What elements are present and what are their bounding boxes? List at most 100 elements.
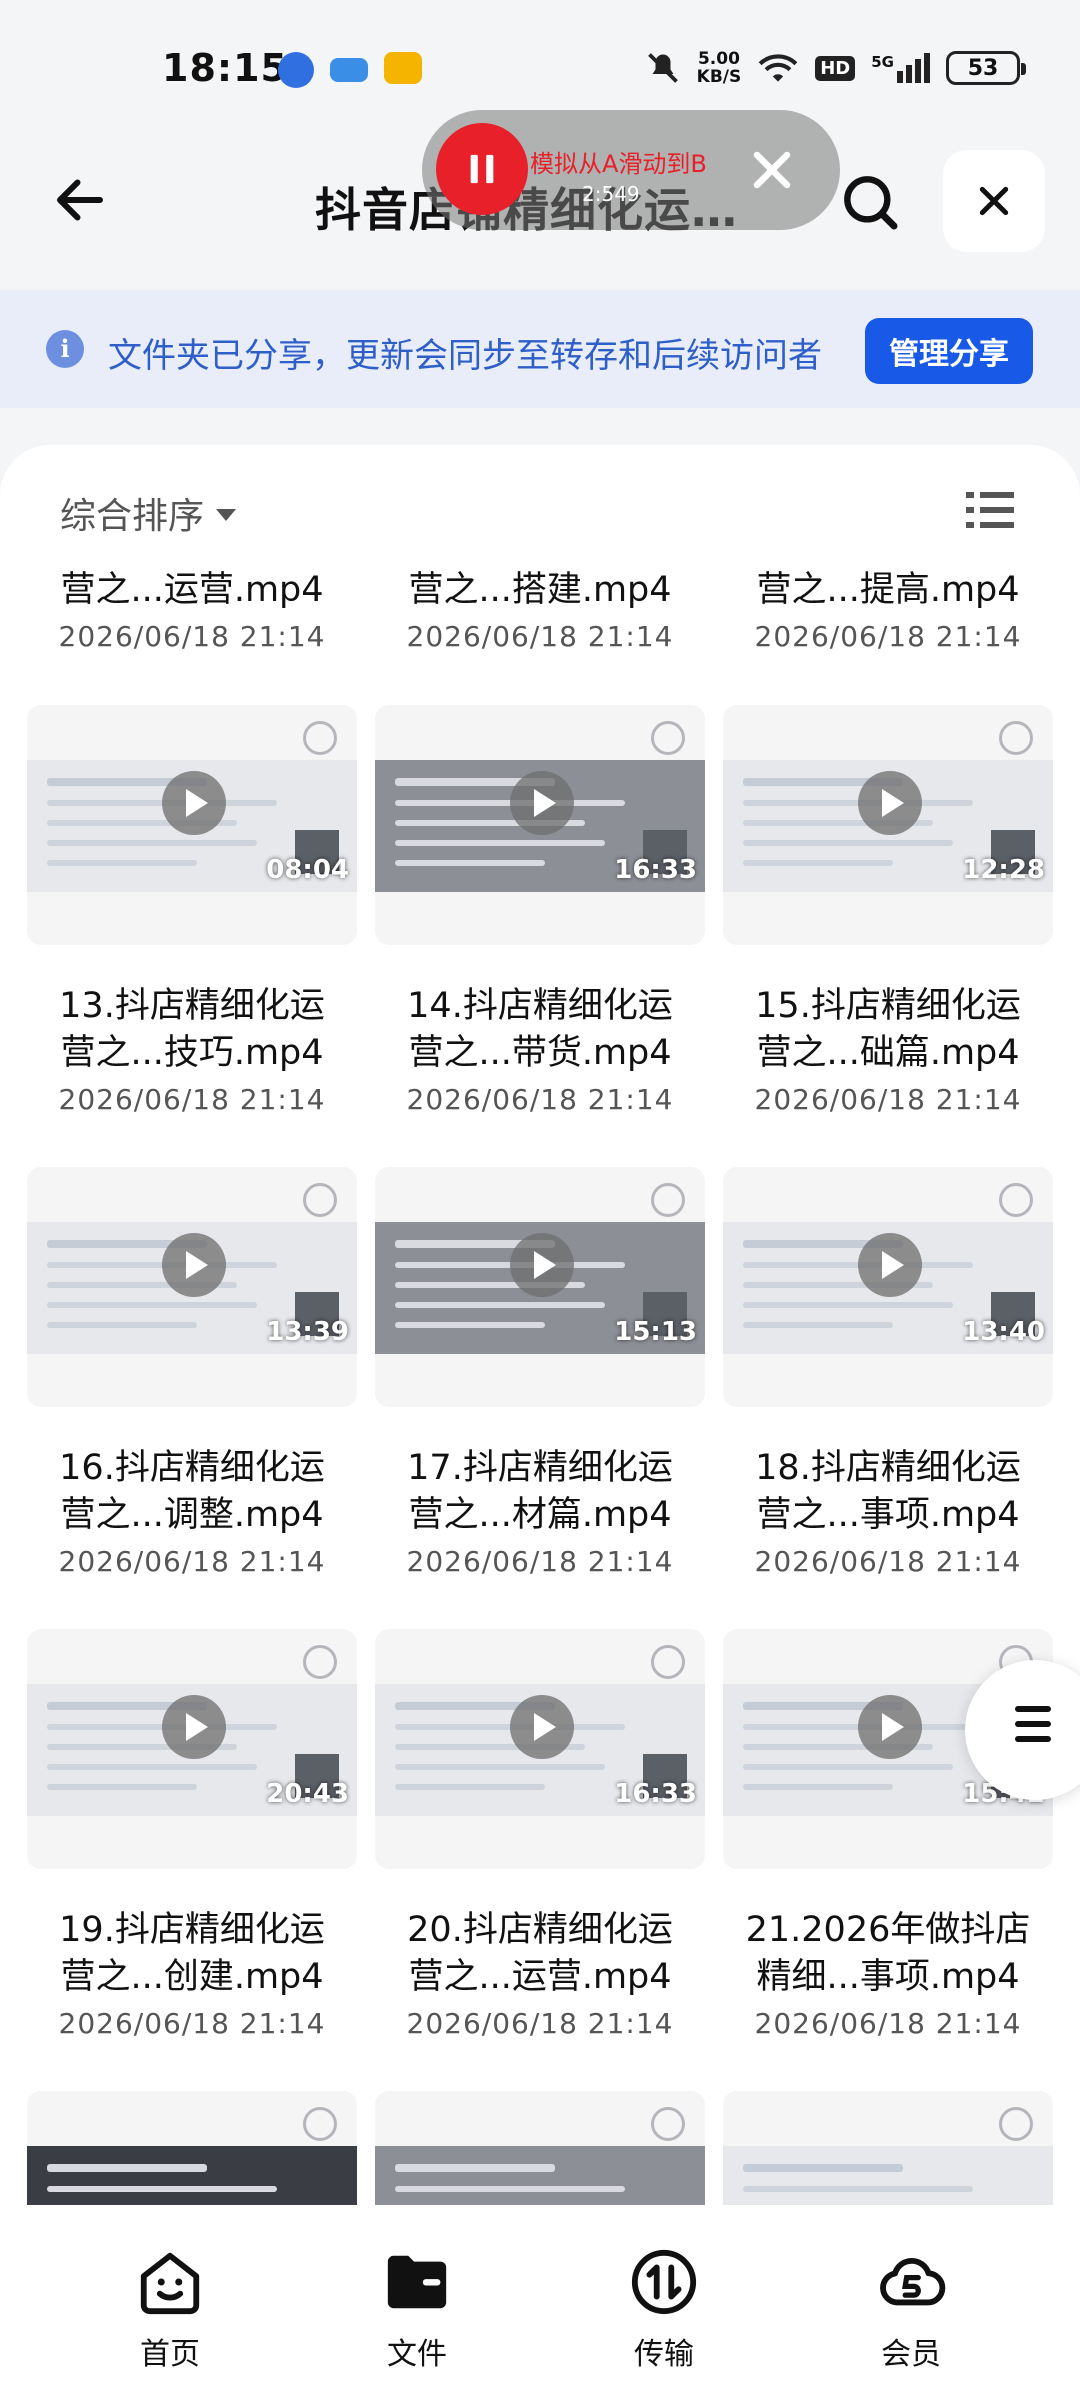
play-icon: [510, 1695, 574, 1759]
file-item[interactable]: 19.抖店精细化运 营之...创建.mp4 2026/06/18 21:14: [26, 1907, 358, 2040]
file-item[interactable]: 营之...提高.mp4 2026/06/18 21:14: [722, 567, 1054, 653]
recorder-close-icon[interactable]: [742, 140, 802, 200]
file-name-line2: 营之...础篇.mp4: [756, 1033, 1020, 1073]
file-item[interactable]: 14.抖店精细化运 营之...带货.mp4 2026/06/18 21:14: [374, 983, 706, 1116]
menu-icon: [1015, 1706, 1051, 1751]
file-name-line1: 19.抖店精细化运: [59, 1910, 325, 1950]
select-checkbox[interactable]: [651, 1645, 685, 1679]
signal-icon: 5G: [871, 53, 930, 83]
select-checkbox[interactable]: [651, 721, 685, 755]
video-thumbnail[interactable]: 13:39: [27, 1167, 357, 1407]
select-checkbox[interactable]: [999, 2107, 1033, 2141]
file-name-line1: 13.抖店精细化运: [59, 986, 325, 1026]
video-thumbnail[interactable]: [375, 2091, 705, 2205]
net-speed: 5.00 KB/S: [697, 50, 742, 86]
status-bar: 18:15 5.00 KB/S HD 5G 53: [0, 0, 1080, 120]
recorder-timer: 2:549: [582, 182, 640, 206]
file-name-line2: 营之...运营.mp4: [408, 1957, 672, 1997]
manage-share-button[interactable]: 管理分享: [865, 318, 1033, 384]
file-name-line2: 精细...事项.mp4: [756, 1957, 1020, 1997]
hd-badge: HD: [815, 55, 856, 81]
search-icon[interactable]: [838, 170, 902, 234]
file-item[interactable]: 17.抖店精细化运 营之...材篇.mp4 2026/06/18 21:14: [374, 1445, 706, 1578]
video-thumbnail[interactable]: [723, 2091, 1053, 2205]
file-item[interactable]: 20.抖店精细化运 营之...运营.mp4 2026/06/18 21:14: [374, 1907, 706, 2040]
share-banner: i 文件夹已分享，更新会同步至转存和后续访问者 管理分享: [0, 290, 1080, 408]
signal-label: 5G: [871, 53, 894, 71]
file-name-line2: 营之...材篇.mp4: [408, 1495, 672, 1535]
chevron-down-icon: [216, 509, 237, 521]
select-checkbox[interactable]: [651, 2107, 685, 2141]
file-name-line2: 营之...事项.mp4: [756, 1495, 1020, 1535]
file-item[interactable]: 16.抖店精细化运 营之...调整.mp4 2026/06/18 21:14: [26, 1445, 358, 1578]
nav-item-vip[interactable]: 会员: [841, 2247, 981, 2373]
select-checkbox[interactable]: [999, 721, 1033, 755]
status-time: 18:15: [162, 46, 288, 90]
video-duration: 16:33: [614, 855, 697, 885]
nav-label: 文件: [387, 2337, 447, 2372]
bottom-nav: 首页 文件 传输 会员: [0, 2205, 1080, 2400]
video-duration: 16:33: [614, 1779, 697, 1809]
mute-icon: [647, 53, 678, 83]
file-item[interactable]: 营之...运营.mp4 2026/06/18 21:14: [26, 567, 358, 653]
video-thumbnail[interactable]: 16:33: [375, 705, 705, 945]
select-checkbox[interactable]: [303, 2107, 337, 2141]
nav-label: 会员: [881, 2337, 941, 2372]
nav-item-home[interactable]: 首页: [100, 2247, 240, 2373]
video-thumbnail[interactable]: 13:40: [723, 1167, 1053, 1407]
app-notification-icon-2: [330, 58, 368, 82]
video-thumbnail[interactable]: [27, 2091, 357, 2205]
screen-recorder-overlay: 模拟从A滑动到B 2:549: [422, 110, 840, 230]
file-name-line1: 14.抖店精细化运: [407, 986, 673, 1026]
file-item[interactable]: 21.2026年做抖店 精细...事项.mp4 2026/06/18 21:14: [722, 1907, 1054, 2040]
folder-icon: [387, 2255, 447, 2309]
transfer-icon: [631, 2249, 697, 2315]
back-arrow-icon[interactable]: [50, 170, 110, 230]
play-icon: [858, 1233, 922, 1297]
sort-label: 综合排序: [60, 496, 205, 537]
vip-cloud-icon: [880, 2258, 946, 2306]
file-date: 2026/06/18 21:14: [58, 1545, 326, 1578]
video-thumbnail[interactable]: 20:43: [27, 1629, 357, 1869]
file-date: 2026/06/18 21:14: [754, 2007, 1022, 2040]
select-checkbox[interactable]: [303, 1183, 337, 1217]
play-icon: [858, 1695, 922, 1759]
video-thumbnail[interactable]: 15:13: [375, 1167, 705, 1407]
close-button[interactable]: [943, 150, 1045, 252]
file-date: 2026/06/18 21:14: [754, 1083, 1022, 1116]
file-item[interactable]: 营之...搭建.mp4 2026/06/18 21:14: [374, 567, 706, 653]
info-icon: i: [46, 330, 84, 368]
file-item[interactable]: 13.抖店精细化运 营之...技巧.mp4 2026/06/18 21:14: [26, 983, 358, 1116]
file-date: 2026/06/18 21:14: [406, 2007, 674, 2040]
nav-label: 首页: [140, 2337, 200, 2372]
sort-dropdown[interactable]: 综合排序: [60, 487, 237, 539]
select-checkbox[interactable]: [651, 1183, 685, 1217]
list-view-icon[interactable]: [966, 490, 1014, 530]
video-duration: 13:39: [266, 1317, 349, 1347]
video-thumbnail[interactable]: 16:33: [375, 1629, 705, 1869]
nav-item-files[interactable]: 文件: [347, 2247, 487, 2373]
book-app-icon: [384, 52, 422, 84]
video-duration: 13:40: [962, 1317, 1045, 1347]
nav-label: 传输: [634, 2337, 694, 2372]
home-face-icon: [140, 2252, 200, 2315]
recorder-pause-button[interactable]: [436, 123, 528, 215]
select-checkbox[interactable]: [303, 1645, 337, 1679]
select-checkbox[interactable]: [999, 1183, 1033, 1217]
video-duration: 20:43: [266, 1779, 349, 1809]
video-thumbnail[interactable]: 08:04: [27, 705, 357, 945]
file-name: 营之...搭建.mp4: [408, 570, 672, 610]
file-name: 营之...提高.mp4: [756, 570, 1020, 610]
file-date: 2026/06/18 21:14: [754, 620, 1022, 653]
select-checkbox[interactable]: [303, 721, 337, 755]
net-speed-value: 5.00: [697, 49, 740, 69]
video-thumbnail[interactable]: 12:28: [723, 705, 1053, 945]
file-item[interactable]: 18.抖店精细化运 营之...事项.mp4 2026/06/18 21:14: [722, 1445, 1054, 1578]
nav-item-transfer[interactable]: 传输: [594, 2247, 734, 2373]
file-name-line2: 营之...调整.mp4: [60, 1495, 324, 1535]
file-date: 2026/06/18 21:14: [58, 2007, 326, 2040]
file-name-line1: 18.抖店精细化运: [755, 1448, 1021, 1488]
file-date: 2026/06/18 21:14: [406, 1545, 674, 1578]
file-date: 2026/06/18 21:14: [754, 1545, 1022, 1578]
file-item[interactable]: 15.抖店精细化运 营之...础篇.mp4 2026/06/18 21:14: [722, 983, 1054, 1116]
